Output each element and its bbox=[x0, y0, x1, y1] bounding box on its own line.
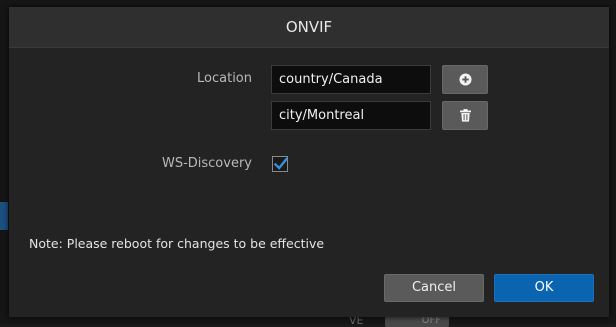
ws-discovery-label: WS-Discovery bbox=[161, 156, 252, 171]
ok-button[interactable]: OK bbox=[494, 274, 594, 302]
reboot-note: Note: Please reboot for changes to be ef… bbox=[29, 236, 325, 251]
dialog-title: ONVIF bbox=[285, 18, 333, 36]
plus-circle-icon bbox=[458, 73, 472, 86]
location-label: Location bbox=[197, 71, 252, 86]
delete-location-button[interactable] bbox=[442, 101, 488, 130]
ws-discovery-checkbox[interactable] bbox=[272, 156, 289, 172]
dialog-header: ONVIF bbox=[9, 7, 609, 48]
background-nav-accent bbox=[0, 202, 8, 230]
trash-icon bbox=[459, 109, 471, 122]
add-location-button[interactable] bbox=[442, 65, 488, 94]
onvif-dialog: ONVIF Location WS-Discovery bbox=[9, 7, 609, 317]
location-input-city[interactable] bbox=[271, 101, 431, 130]
location-input-country[interactable] bbox=[271, 65, 431, 94]
checkmark-icon bbox=[273, 156, 289, 176]
cancel-button[interactable]: Cancel bbox=[384, 274, 484, 302]
